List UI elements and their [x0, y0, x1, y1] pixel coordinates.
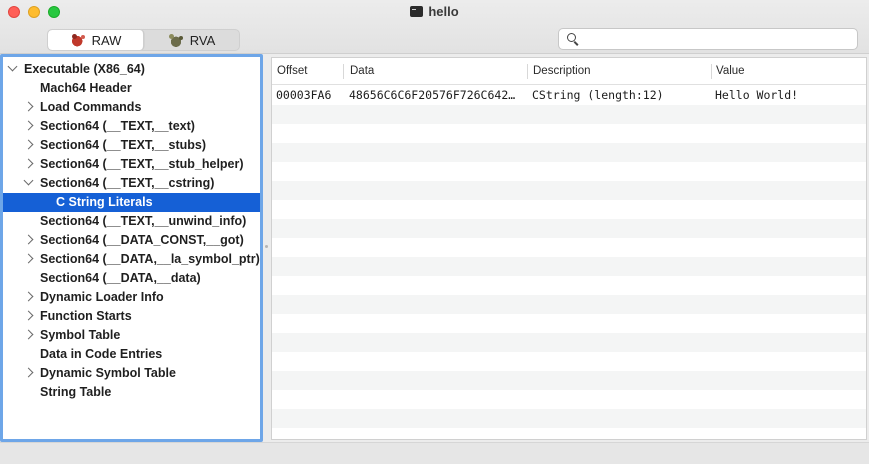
table-row [272, 105, 866, 124]
outline-item[interactable]: C String Literals [3, 193, 260, 212]
outline-item-label: Executable (X86_64) [24, 62, 145, 76]
chevron-right-icon[interactable] [23, 158, 34, 169]
table-row [272, 143, 866, 162]
outline-item-label: Mach64 Header [40, 81, 132, 95]
chevron-right-icon[interactable] [23, 329, 34, 340]
table-row [272, 390, 866, 409]
outline-item[interactable]: Dynamic Symbol Table [3, 364, 260, 383]
terminal-icon [410, 6, 424, 17]
table-row [272, 257, 866, 276]
raw-mode-label: RAW [91, 32, 122, 48]
cell-offset: 00003FA6 [276, 88, 332, 102]
table-row [272, 333, 866, 352]
outline-item[interactable]: Section64 (__DATA,__data) [3, 269, 260, 288]
chevron-right-icon[interactable] [23, 253, 34, 264]
outline-item[interactable]: Section64 (__DATA_CONST,__got) [3, 231, 260, 250]
search-field[interactable] [558, 28, 858, 50]
outline-item-label: String Table [40, 385, 112, 399]
column-header-offset[interactable]: Offset [272, 58, 343, 85]
status-bar [0, 442, 869, 464]
outline-item-label: Symbol Table [40, 328, 121, 342]
rva-mode-label: RVA [189, 32, 216, 48]
divider-handle[interactable] [265, 245, 268, 248]
outline-item-label: Data in Code Entries [40, 347, 163, 361]
main-window: hello RAW RVA Executable (X86_64) Mach64 … [0, 0, 869, 464]
cell-data: 48656C6C6F20576F726C642… [349, 88, 516, 102]
rva-mode-icon [167, 33, 184, 47]
outline-item-label: Section64 (__TEXT,__text) [40, 119, 195, 133]
table-row [272, 181, 866, 200]
outline-item[interactable]: Section64 (__TEXT,__unwind_info) [3, 212, 260, 231]
search-input[interactable] [585, 31, 851, 47]
outline-item-label: Section64 (__TEXT,__unwind_info) [40, 214, 247, 228]
table-row[interactable]: 00003FA6 48656C6C6F20576F726C642… CString … [272, 86, 866, 105]
table-row [272, 371, 866, 390]
outline-item[interactable]: Section64 (__TEXT,__stubs) [3, 136, 260, 155]
table-row [272, 276, 866, 295]
outline-item[interactable]: Data in Code Entries [3, 345, 260, 364]
structure-outline[interactable]: Executable (X86_64) Mach64 Header Load Com… [0, 54, 263, 442]
cell-description: CString (length:12) [532, 88, 664, 102]
outline-item[interactable]: Executable (X86_64) [3, 60, 260, 79]
chevron-down-icon[interactable] [7, 61, 18, 72]
chevron-right-icon[interactable] [23, 101, 34, 112]
table-row [272, 295, 866, 314]
outline-item[interactable]: Section64 (__TEXT,__text) [3, 117, 260, 136]
split-view-divider[interactable] [263, 54, 271, 442]
address-mode-control: RAW RVA [47, 29, 240, 51]
outline-item-label: Section64 (__DATA_CONST,__got) [40, 233, 244, 247]
outline-item[interactable]: Dynamic Loader Info [3, 288, 260, 307]
outline-item[interactable]: Section64 (__DATA,__la_symbol_ptr) [3, 250, 260, 269]
outline-item[interactable]: Function Starts [3, 307, 260, 326]
table-row [272, 124, 866, 143]
table-row [272, 162, 866, 181]
table-row [272, 428, 866, 439]
table-row [272, 409, 866, 428]
table-header: Offset Data Description Value [272, 58, 866, 85]
outline-item[interactable]: Symbol Table [3, 326, 260, 345]
outline-item-label: Section64 (__TEXT,__stub_helper) [40, 157, 244, 171]
raw-mode-icon [69, 33, 86, 47]
outline-item-label: Section64 (__DATA,__la_symbol_ptr) [40, 252, 260, 266]
outline-item-label: Dynamic Symbol Table [40, 366, 176, 380]
outline-item-label: Section64 (__DATA,__data) [40, 271, 201, 285]
outline-item[interactable]: Section64 (__TEXT,__stub_helper) [3, 155, 260, 174]
chevron-right-icon[interactable] [23, 139, 34, 150]
table-row [272, 352, 866, 371]
chevron-right-icon[interactable] [23, 291, 34, 302]
table-row [272, 200, 866, 219]
search-icon [567, 33, 578, 44]
title-bar: hello RAW RVA [0, 0, 869, 54]
outline-item-label: Load Commands [40, 100, 142, 114]
outline-item-label: C String Literals [56, 195, 153, 209]
outline-item[interactable]: Load Commands [3, 98, 260, 117]
window-title-area: hello [0, 4, 869, 20]
chevron-down-icon[interactable] [23, 175, 34, 186]
raw-mode-button[interactable]: RAW [48, 30, 144, 50]
column-separator[interactable] [343, 64, 344, 79]
column-header-data[interactable]: Data [345, 58, 527, 85]
column-header-description[interactable]: Description [528, 58, 711, 85]
outline-item[interactable]: String Table [3, 383, 260, 402]
table-row [272, 238, 866, 257]
chevron-right-icon[interactable] [23, 120, 34, 131]
rva-mode-button[interactable]: RVA [144, 30, 239, 50]
table-row [272, 314, 866, 333]
outline-item[interactable]: Section64 (__TEXT,__cstring) [3, 174, 260, 193]
outline-item-label: Function Starts [40, 309, 132, 323]
chevron-right-icon[interactable] [23, 234, 34, 245]
table-row [272, 219, 866, 238]
column-header-value[interactable]: Value [711, 58, 866, 85]
cell-value: Hello World! [715, 88, 799, 102]
chevron-right-icon[interactable] [23, 367, 34, 378]
outline-item-label: Dynamic Loader Info [40, 290, 164, 304]
chevron-right-icon[interactable] [23, 310, 34, 321]
window-title: hello [428, 4, 459, 19]
outline-item[interactable]: Mach64 Header [3, 79, 260, 98]
detail-table: Offset Data Description Value 00003FA6 48… [271, 57, 867, 440]
outline-item-label: Section64 (__TEXT,__cstring) [40, 176, 215, 190]
outline-item-label: Section64 (__TEXT,__stubs) [40, 138, 207, 152]
